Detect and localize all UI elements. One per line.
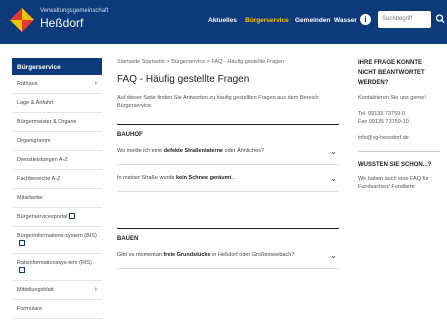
sidebar-item-lage[interactable]: Lage & Anfahrt bbox=[12, 94, 102, 113]
sidebar-item-ris[interactable]: Ratsinformationssys-tem (RIS) bbox=[12, 254, 102, 281]
sidebar-heading[interactable]: Bürgerservice bbox=[12, 58, 102, 75]
contact-title: IHRE FRAGE KONNTE NICHT BEANTWORTET WERD… bbox=[358, 60, 425, 86]
chevron-down-icon[interactable]: ⌄ bbox=[330, 251, 337, 260]
chevron-right-icon: › bbox=[94, 80, 97, 87]
chevron-right-icon: › bbox=[94, 286, 97, 293]
right-sidebar: IHRE FRAGE KONNTE NICHT BEANTWORTET WERD… bbox=[358, 58, 440, 191]
chevron-down-icon[interactable]: ⌄ bbox=[330, 147, 337, 156]
external-link-icon bbox=[19, 240, 25, 246]
main-content: Startseite Startseite > Bürgerservice > … bbox=[117, 58, 339, 269]
search-icon[interactable] bbox=[435, 12, 445, 26]
contact-text: Kontaktieren Sie uns gerne! bbox=[358, 95, 426, 101]
intro-text: Auf dieser Seite finden Sie Antworten zu… bbox=[117, 95, 319, 109]
sidebar-item-fachbereiche[interactable]: Fachbereiche A-Z bbox=[12, 170, 102, 189]
info-icon[interactable]: i bbox=[360, 14, 371, 25]
faq-item[interactable]: Wo melde ich eine defekte Straßenlaterne… bbox=[117, 138, 339, 165]
sidebar-item-buergermeister[interactable]: Bürgermeister & Organe bbox=[12, 113, 102, 132]
sidebar-item-rathaus[interactable]: Rathaus › bbox=[12, 75, 102, 94]
contact-email[interactable]: info@vg-hessdorf.de bbox=[358, 134, 440, 142]
contact-phone[interactable]: Tel. 09135 73759-0 bbox=[358, 110, 440, 118]
header-bar: Verwaltungsgemeinschaft Heßdorf Aktuelle… bbox=[0, 0, 447, 44]
did-you-know-text[interactable]: Wir haben auch eine FAQ für Fundsachen/ … bbox=[358, 175, 440, 191]
faq-section-bauhof: BAUHOF Wo melde ich eine defekte Straßen… bbox=[117, 124, 339, 192]
faq-section-bauen: BAUEN Gibt es momentan freie Grundstücke… bbox=[117, 228, 339, 269]
faq-item[interactable]: In meiner Straße wurde kein Schnee geräu… bbox=[117, 165, 339, 192]
chevron-down-icon[interactable]: ⌄ bbox=[330, 174, 337, 183]
nav-gemeinden[interactable]: Gemeinden bbox=[295, 17, 330, 24]
sidebar: Bürgerservice Rathaus › Lage & Anfahrt Bü… bbox=[12, 58, 102, 319]
brand-title[interactable]: Heßdorf bbox=[40, 16, 83, 30]
page-title: FAQ - Häufig gestellte Fragen bbox=[117, 74, 250, 85]
divider bbox=[358, 151, 440, 152]
faq-item[interactable]: Gibt es momentan freie Grundstücke in He… bbox=[117, 242, 339, 269]
sidebar-item-mitteilungsblatt[interactable]: Mitteilungsblatt › bbox=[12, 281, 102, 300]
sidebar-item-formulare[interactable]: Formulare bbox=[12, 300, 102, 319]
sidebar-item-servicesportal[interactable]: Bürgerservicesportal bbox=[12, 208, 102, 227]
contact-fax: Fax 09135 73759-10 bbox=[358, 119, 409, 125]
nav-wasser[interactable]: Wasser bbox=[334, 17, 357, 24]
sidebar-item-organigramm[interactable]: Organigramm bbox=[12, 132, 102, 151]
nav-aktuelles[interactable]: Aktuelles bbox=[208, 17, 237, 24]
breadcrumb[interactable]: Startseite Startseite > Bürgerservice > … bbox=[117, 59, 339, 65]
sidebar-item-dienstleistungen[interactable]: Dienstleistungen A-Z bbox=[12, 151, 102, 170]
sidebar-item-mitarbeiter[interactable]: Mitarbeiter bbox=[12, 189, 102, 208]
brand-subtitle: Verwaltungsgemeinschaft bbox=[40, 8, 109, 14]
external-link-icon bbox=[69, 213, 76, 219]
municipality-logo[interactable] bbox=[8, 6, 36, 34]
sidebar-item-bis[interactable]: Bürgerinformations-system (BIS) bbox=[12, 227, 102, 254]
nav-buergerservice[interactable]: Bürgerservice bbox=[245, 17, 289, 24]
search-input[interactable]: Suchbegriff bbox=[378, 11, 431, 28]
did-you-know-title: WUSSTEN SIE SCHON...? bbox=[358, 162, 432, 168]
external-link-icon bbox=[19, 267, 25, 273]
